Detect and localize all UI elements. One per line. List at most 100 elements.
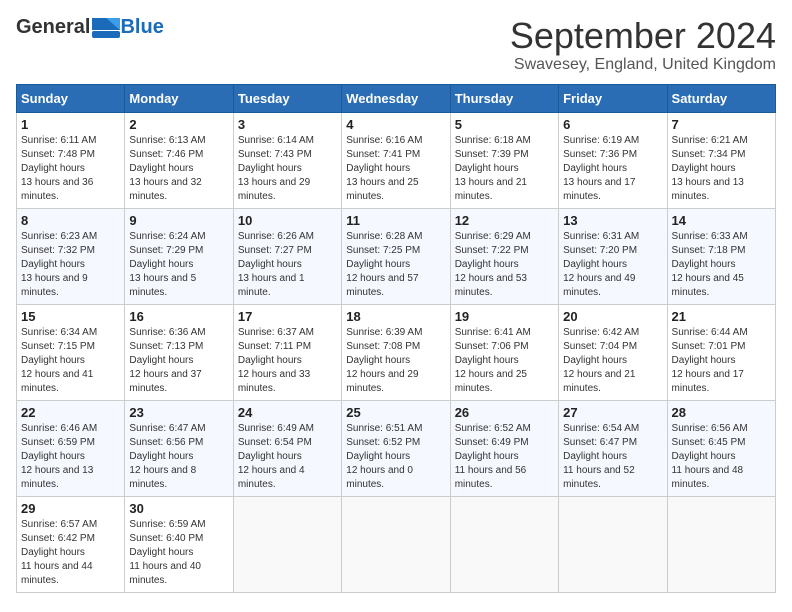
calendar-cell: 14 Sunrise: 6:33 AMSunset: 7:18 PMDaylig…	[667, 208, 775, 304]
day-number: 11	[346, 213, 445, 228]
day-number: 2	[129, 117, 228, 132]
day-number: 3	[238, 117, 337, 132]
calendar-cell: 26 Sunrise: 6:52 AMSunset: 6:49 PMDaylig…	[450, 400, 558, 496]
day-info: Sunrise: 6:37 AMSunset: 7:11 PMDaylight …	[238, 327, 314, 394]
calendar-cell: 8 Sunrise: 6:23 AMSunset: 7:32 PMDayligh…	[17, 208, 125, 304]
calendar-header-wednesday: Wednesday	[342, 84, 450, 112]
calendar-header-thursday: Thursday	[450, 84, 558, 112]
calendar-cell	[342, 496, 450, 592]
day-number: 22	[21, 405, 120, 420]
logo-blue: Blue	[120, 16, 163, 39]
calendar-cell: 9 Sunrise: 6:24 AMSunset: 7:29 PMDayligh…	[125, 208, 233, 304]
day-info: Sunrise: 6:51 AMSunset: 6:52 PMDaylight …	[346, 423, 422, 490]
calendar-cell: 20 Sunrise: 6:42 AMSunset: 7:04 PMDaylig…	[559, 304, 667, 400]
day-number: 20	[563, 309, 662, 324]
calendar-week-row: 29 Sunrise: 6:57 AMSunset: 6:42 PMDaylig…	[17, 496, 776, 592]
day-number: 27	[563, 405, 662, 420]
calendar-cell: 16 Sunrise: 6:36 AMSunset: 7:13 PMDaylig…	[125, 304, 233, 400]
day-number: 4	[346, 117, 445, 132]
calendar-week-row: 1 Sunrise: 6:11 AMSunset: 7:48 PMDayligh…	[17, 112, 776, 208]
calendar-cell: 24 Sunrise: 6:49 AMSunset: 6:54 PMDaylig…	[233, 400, 341, 496]
calendar-cell: 1 Sunrise: 6:11 AMSunset: 7:48 PMDayligh…	[17, 112, 125, 208]
calendar-header-tuesday: Tuesday	[233, 84, 341, 112]
day-number: 12	[455, 213, 554, 228]
logo-general: General	[16, 16, 90, 39]
calendar-cell	[559, 496, 667, 592]
calendar-cell: 25 Sunrise: 6:51 AMSunset: 6:52 PMDaylig…	[342, 400, 450, 496]
day-number: 26	[455, 405, 554, 420]
calendar-cell: 13 Sunrise: 6:31 AMSunset: 7:20 PMDaylig…	[559, 208, 667, 304]
day-number: 25	[346, 405, 445, 420]
calendar-cell: 29 Sunrise: 6:57 AMSunset: 6:42 PMDaylig…	[17, 496, 125, 592]
day-number: 18	[346, 309, 445, 324]
calendar-cell: 27 Sunrise: 6:54 AMSunset: 6:47 PMDaylig…	[559, 400, 667, 496]
day-number: 14	[672, 213, 771, 228]
calendar-cell: 5 Sunrise: 6:18 AMSunset: 7:39 PMDayligh…	[450, 112, 558, 208]
day-number: 9	[129, 213, 228, 228]
calendar-table: SundayMondayTuesdayWednesdayThursdayFrid…	[16, 84, 776, 593]
calendar-cell: 15 Sunrise: 6:34 AMSunset: 7:15 PMDaylig…	[17, 304, 125, 400]
day-info: Sunrise: 6:21 AMSunset: 7:34 PMDaylight …	[672, 135, 748, 202]
day-info: Sunrise: 6:54 AMSunset: 6:47 PMDaylight …	[563, 423, 639, 490]
day-info: Sunrise: 6:19 AMSunset: 7:36 PMDaylight …	[563, 135, 639, 202]
calendar-header-row: SundayMondayTuesdayWednesdayThursdayFrid…	[17, 84, 776, 112]
calendar-cell: 4 Sunrise: 6:16 AMSunset: 7:41 PMDayligh…	[342, 112, 450, 208]
calendar-cell: 3 Sunrise: 6:14 AMSunset: 7:43 PMDayligh…	[233, 112, 341, 208]
day-number: 29	[21, 501, 120, 516]
logo-icon	[92, 18, 120, 38]
day-info: Sunrise: 6:49 AMSunset: 6:54 PMDaylight …	[238, 423, 314, 490]
day-number: 5	[455, 117, 554, 132]
day-info: Sunrise: 6:28 AMSunset: 7:25 PMDaylight …	[346, 231, 422, 298]
calendar-cell: 10 Sunrise: 6:26 AMSunset: 7:27 PMDaylig…	[233, 208, 341, 304]
day-info: Sunrise: 6:33 AMSunset: 7:18 PMDaylight …	[672, 231, 748, 298]
day-number: 15	[21, 309, 120, 324]
calendar-header-saturday: Saturday	[667, 84, 775, 112]
calendar-header-friday: Friday	[559, 84, 667, 112]
day-info: Sunrise: 6:18 AMSunset: 7:39 PMDaylight …	[455, 135, 531, 202]
day-number: 16	[129, 309, 228, 324]
calendar-header-monday: Monday	[125, 84, 233, 112]
calendar-cell: 2 Sunrise: 6:13 AMSunset: 7:46 PMDayligh…	[125, 112, 233, 208]
day-info: Sunrise: 6:31 AMSunset: 7:20 PMDaylight …	[563, 231, 639, 298]
day-info: Sunrise: 6:29 AMSunset: 7:22 PMDaylight …	[455, 231, 531, 298]
calendar-cell: 23 Sunrise: 6:47 AMSunset: 6:56 PMDaylig…	[125, 400, 233, 496]
page-header: General Blue September 2024 Swavesey, En…	[16, 16, 776, 74]
day-number: 7	[672, 117, 771, 132]
day-number: 8	[21, 213, 120, 228]
day-info: Sunrise: 6:36 AMSunset: 7:13 PMDaylight …	[129, 327, 205, 394]
calendar-cell: 19 Sunrise: 6:41 AMSunset: 7:06 PMDaylig…	[450, 304, 558, 400]
day-info: Sunrise: 6:44 AMSunset: 7:01 PMDaylight …	[672, 327, 748, 394]
day-number: 21	[672, 309, 771, 324]
day-number: 17	[238, 309, 337, 324]
day-info: Sunrise: 6:26 AMSunset: 7:27 PMDaylight …	[238, 231, 314, 298]
day-info: Sunrise: 6:42 AMSunset: 7:04 PMDaylight …	[563, 327, 639, 394]
day-info: Sunrise: 6:39 AMSunset: 7:08 PMDaylight …	[346, 327, 422, 394]
day-info: Sunrise: 6:57 AMSunset: 6:42 PMDaylight …	[21, 519, 97, 586]
day-number: 13	[563, 213, 662, 228]
day-number: 6	[563, 117, 662, 132]
calendar-cell: 17 Sunrise: 6:37 AMSunset: 7:11 PMDaylig…	[233, 304, 341, 400]
calendar-cell: 21 Sunrise: 6:44 AMSunset: 7:01 PMDaylig…	[667, 304, 775, 400]
day-info: Sunrise: 6:59 AMSunset: 6:40 PMDaylight …	[129, 519, 205, 586]
day-info: Sunrise: 6:14 AMSunset: 7:43 PMDaylight …	[238, 135, 314, 202]
day-number: 24	[238, 405, 337, 420]
day-info: Sunrise: 6:34 AMSunset: 7:15 PMDaylight …	[21, 327, 97, 394]
calendar-week-row: 8 Sunrise: 6:23 AMSunset: 7:32 PMDayligh…	[17, 208, 776, 304]
day-number: 30	[129, 501, 228, 516]
calendar-week-row: 15 Sunrise: 6:34 AMSunset: 7:15 PMDaylig…	[17, 304, 776, 400]
day-info: Sunrise: 6:24 AMSunset: 7:29 PMDaylight …	[129, 231, 205, 298]
day-info: Sunrise: 6:46 AMSunset: 6:59 PMDaylight …	[21, 423, 97, 490]
day-number: 19	[455, 309, 554, 324]
calendar-cell: 6 Sunrise: 6:19 AMSunset: 7:36 PMDayligh…	[559, 112, 667, 208]
day-number: 23	[129, 405, 228, 420]
day-number: 28	[672, 405, 771, 420]
day-number: 10	[238, 213, 337, 228]
day-info: Sunrise: 6:16 AMSunset: 7:41 PMDaylight …	[346, 135, 422, 202]
day-info: Sunrise: 6:47 AMSunset: 6:56 PMDaylight …	[129, 423, 205, 490]
day-info: Sunrise: 6:11 AMSunset: 7:48 PMDaylight …	[21, 135, 96, 202]
calendar-cell: 11 Sunrise: 6:28 AMSunset: 7:25 PMDaylig…	[342, 208, 450, 304]
calendar-week-row: 22 Sunrise: 6:46 AMSunset: 6:59 PMDaylig…	[17, 400, 776, 496]
day-info: Sunrise: 6:13 AMSunset: 7:46 PMDaylight …	[129, 135, 205, 202]
day-info: Sunrise: 6:56 AMSunset: 6:45 PMDaylight …	[672, 423, 748, 490]
calendar-cell: 7 Sunrise: 6:21 AMSunset: 7:34 PMDayligh…	[667, 112, 775, 208]
